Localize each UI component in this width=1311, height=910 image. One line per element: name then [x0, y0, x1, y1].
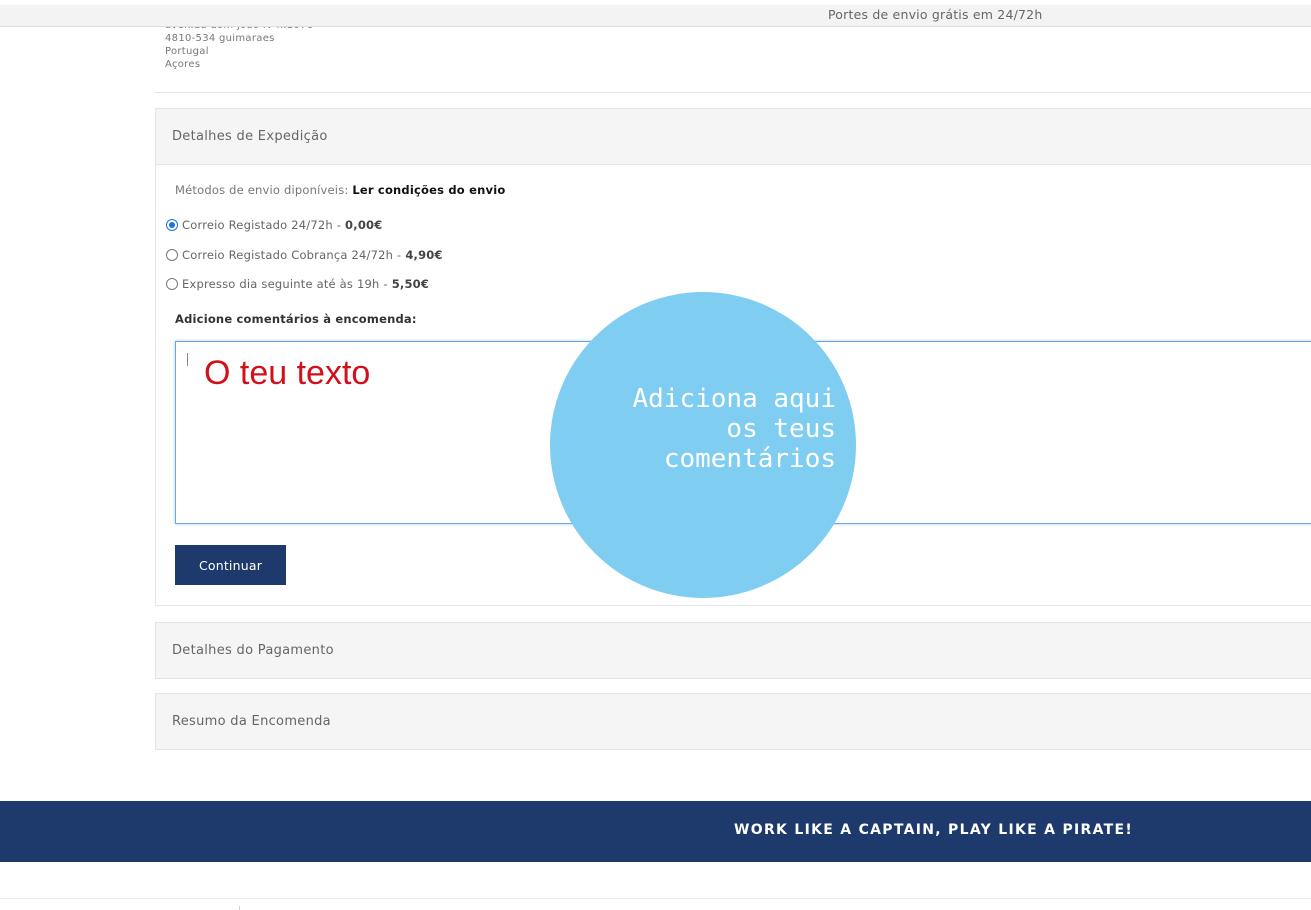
annotation-text: Adiciona aqui os teus comentários: [632, 384, 837, 474]
order-comments-label: Adicione comentários à encomenda:: [175, 312, 417, 326]
address-country: Portugal: [165, 46, 209, 57]
shipping-option-express[interactable]: Expresso dia seguinte até às 19h - 5,50€: [166, 277, 429, 291]
shipping-option-label: Correio Registado 24/72h -: [182, 218, 342, 232]
continue-button[interactable]: Continuar: [175, 545, 286, 585]
order-summary-header[interactable]: Resumo da Encomenda: [155, 693, 1311, 750]
radio-cash-on-delivery[interactable]: [166, 249, 178, 261]
shipping-option-label: Correio Registado Cobrança 24/72h -: [182, 248, 402, 262]
shipping-option-price: 5,50€: [391, 277, 430, 291]
address-postcode-city: 4810-534 guimaraes: [165, 33, 275, 44]
radio-registered[interactable]: [166, 219, 178, 231]
text-caret: [187, 353, 188, 366]
address-region: Açores: [165, 59, 201, 70]
shipping-option-registered[interactable]: Correio Registado 24/72h - 0,00€: [166, 218, 382, 232]
shipping-option-price: 4,90€: [405, 248, 443, 262]
footer-divider-tick: [239, 906, 240, 910]
radio-express[interactable]: [166, 278, 178, 290]
footer-banner: WORK LIKE A CAPTAIN, PLAY LIKE A PIRATE!: [0, 801, 1311, 862]
shipping-conditions-link[interactable]: Ler condições do envio: [352, 183, 505, 197]
payment-details-title: Detalhes do Pagamento: [172, 643, 334, 658]
annotation-bubble: Adiciona aqui os teus comentários: [550, 292, 856, 598]
payment-details-header[interactable]: Detalhes do Pagamento: [155, 622, 1311, 679]
free-shipping-bar: Portes de envio grátis em 24/72h: [0, 5, 1311, 27]
order-summary-title: Resumo da Encomenda: [172, 714, 331, 729]
free-shipping-text: Portes de envio grátis em 24/72h: [828, 7, 1043, 22]
shipping-methods-title: Métodos de envio diponíveis: Ler condiçõ…: [175, 183, 505, 197]
shipping-option-price: 0,00€: [345, 218, 383, 232]
shipping-details-title: Detalhes de Expedição: [172, 129, 328, 144]
order-comments-value: O teu texto: [204, 354, 371, 392]
shipping-details-header[interactable]: Detalhes de Expedição: [155, 108, 1311, 165]
shipping-methods-label: Métodos de envio diponíveis:: [175, 183, 349, 197]
address-divider: [155, 92, 1311, 93]
shipping-option-cash-on-delivery[interactable]: Correio Registado Cobrança 24/72h - 4,90…: [166, 248, 443, 262]
shipping-option-label: Expresso dia seguinte até às 19h -: [182, 277, 388, 291]
footer-slogan: WORK LIKE A CAPTAIN, PLAY LIKE A PIRATE!: [734, 822, 1134, 838]
footer-divider: [0, 898, 1311, 899]
